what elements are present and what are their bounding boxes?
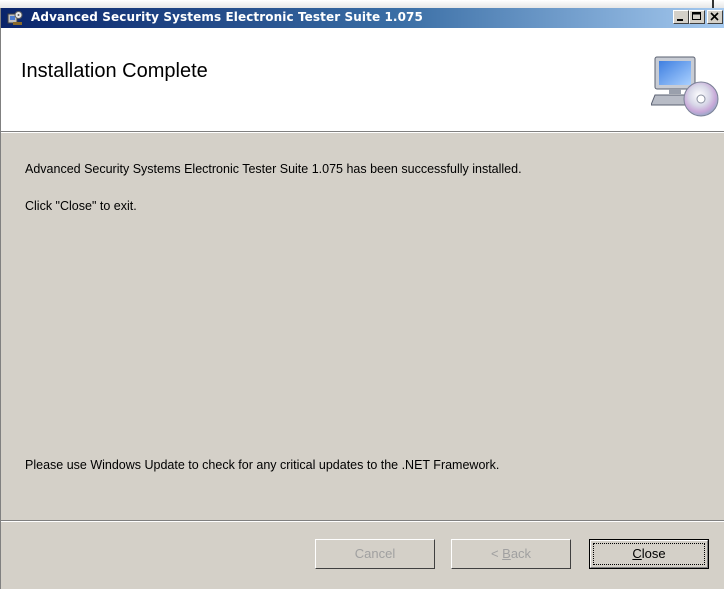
close-rest: lose [641, 546, 666, 561]
installer-app-icon[interactable] [7, 10, 23, 26]
minimize-icon [677, 19, 683, 21]
close-instruction: Click "Close" to exit. [25, 199, 137, 213]
header-divider-highlight [1, 132, 724, 133]
close-icon [710, 12, 719, 21]
back-button-label: < Back [491, 546, 531, 561]
windows-update-notice: Please use Windows Update to check for a… [25, 458, 500, 472]
close-window-button[interactable] [707, 10, 723, 24]
back-mnemonic: B [502, 546, 511, 561]
back-button[interactable]: < Back [451, 539, 571, 569]
installer-window: Advanced Security Systems Electronic Tes… [0, 8, 724, 589]
maximize-button[interactable] [689, 10, 705, 24]
cancel-button-label: Cancel [354, 546, 396, 561]
background-edge [712, 0, 714, 8]
background-strip [0, 0, 724, 8]
footer-divider-highlight [1, 521, 724, 522]
back-prefix: < [490, 546, 503, 561]
title-bar[interactable]: Advanced Security Systems Electronic Tes… [1, 8, 724, 28]
computer-cd-icon [651, 56, 719, 117]
close-button[interactable]: Close [589, 539, 709, 569]
cancel-button[interactable]: Cancel [315, 539, 435, 569]
page-title: Installation Complete [21, 60, 208, 82]
close-button-label: Close [632, 546, 665, 561]
minimize-button[interactable] [673, 10, 689, 24]
close-mnemonic: C [632, 546, 642, 561]
maximize-icon [692, 12, 701, 20]
dialog-header: Installation Complete [1, 28, 724, 131]
back-rest: ack [510, 546, 532, 561]
install-success-message: Advanced Security Systems Electronic Tes… [25, 162, 522, 176]
window-title: Advanced Security Systems Electronic Tes… [31, 10, 423, 24]
